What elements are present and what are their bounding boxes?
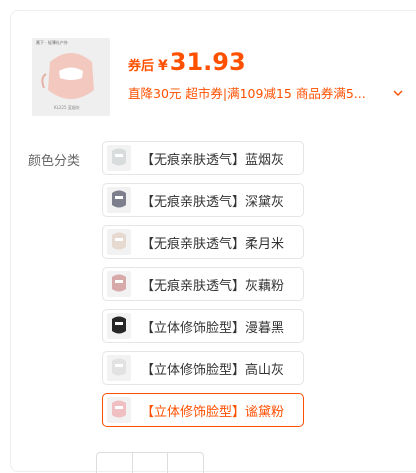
option-label: 【无痕亲肤透气】深黛灰 <box>141 194 285 210</box>
option-label: 【立体修饰脸型】漫暮黑 <box>141 320 285 336</box>
option-thumbnail <box>107 397 131 423</box>
price-currency: ¥ <box>158 58 168 74</box>
option-label: 【无痕亲肤透气】灰藕粉 <box>141 278 285 294</box>
color-option-3[interactable]: 【无痕亲肤透气】柔月米 <box>102 225 304 259</box>
quantity-stepper[interactable] <box>96 452 204 473</box>
option-thumbnail <box>107 313 131 339</box>
price-row: 券后 ¥ 31.93 <box>128 48 246 78</box>
quantity-field[interactable] <box>133 453 169 473</box>
decrement-button[interactable] <box>97 453 133 473</box>
color-option-2[interactable]: 【无痕亲肤透气】深黛灰 <box>102 183 304 217</box>
chevron-down-icon[interactable] <box>392 87 404 99</box>
increment-button[interactable] <box>168 453 203 473</box>
price-prefix: 券后 <box>128 59 155 74</box>
promo-row[interactable]: 直降30元 超市券|满109减15 商品券满5... <box>128 83 408 102</box>
option-thumbnail <box>107 355 131 381</box>
promo-text: 直降30元 超市券|满109减15 商品券满5... <box>128 86 366 101</box>
color-option-4[interactable]: 【无痕亲肤透气】灰藕粉 <box>102 267 304 301</box>
option-thumbnail <box>107 271 131 297</box>
color-option-1[interactable]: 【无痕亲肤透气】蓝烟灰 <box>102 141 304 175</box>
thumbnail-caption: KL225 蓝烟灰 <box>54 105 80 110</box>
color-label: 颜色分类 <box>28 154 81 169</box>
option-thumbnail <box>107 145 131 171</box>
option-label: 【立体修饰脸型】谧黛粉 <box>141 404 285 420</box>
option-thumbnail <box>107 187 131 213</box>
color-option-6[interactable]: 【立体修饰脸型】高山灰 <box>102 351 304 385</box>
product-thumbnail[interactable]: 蕉下 · 轻薄礼户外 KL225 蓝烟灰 <box>32 38 110 116</box>
option-label: 【无痕亲肤透气】柔月米 <box>141 236 285 252</box>
price-value: 31.93 <box>169 48 246 76</box>
option-label: 【立体修饰脸型】高山灰 <box>141 362 285 378</box>
color-option-7[interactable]: 【立体修饰脸型】谧黛粉 <box>102 393 304 427</box>
option-label: 【无痕亲肤透气】蓝烟灰 <box>141 152 285 168</box>
option-thumbnail <box>107 229 131 255</box>
thumbnail-brand: 蕉下 · 轻薄礼户外 <box>36 40 68 45</box>
color-option-5[interactable]: 【立体修饰脸型】漫暮黑 <box>102 309 304 343</box>
